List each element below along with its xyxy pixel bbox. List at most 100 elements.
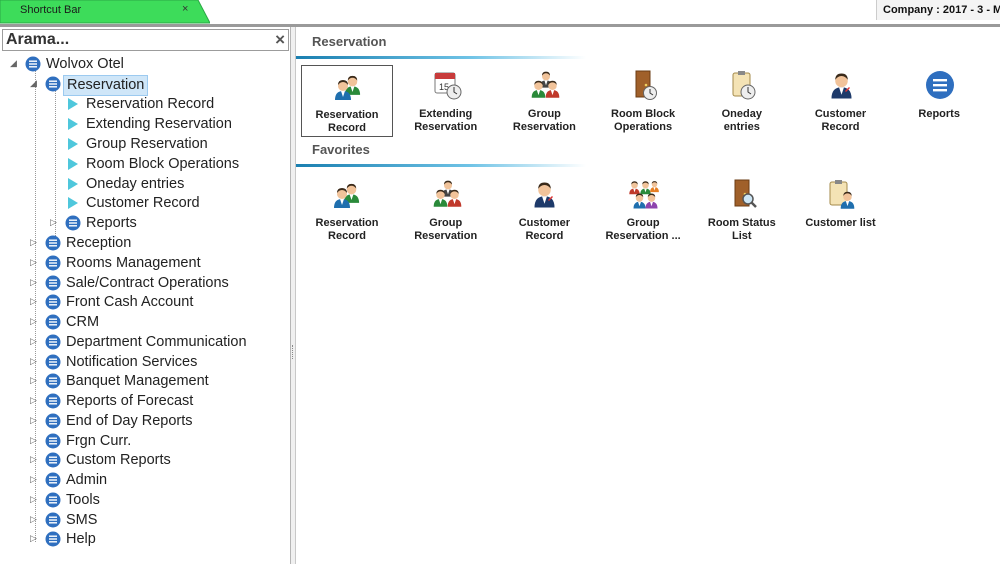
tree-node-label: Room Block Operations (86, 156, 240, 172)
shortcut-label: Group Reservation (414, 217, 478, 242)
tree-node-label: Front Cash Account (66, 294, 194, 311)
shortcut-label: Oneday entries (721, 108, 762, 133)
shortcut-label: Customer Record (518, 217, 571, 242)
tree-node-label: Reports of Forecast (66, 393, 194, 409)
shortcut-customer-record[interactable]: Customer Record (795, 65, 887, 137)
tree-node-label: Admin (66, 472, 108, 488)
expand-arrow-icon[interactable]: ▷ (30, 237, 40, 248)
module-list-icon (45, 275, 61, 290)
calendar-clock-icon: 15 (431, 69, 463, 101)
tab-label: Shortcut Bar (20, 4, 82, 16)
top-bar: Shortcut Bar × Company : 2017 - 3 - M (0, 0, 1000, 27)
module-list-icon (45, 472, 61, 488)
module-list-icon (45, 433, 61, 448)
shortcut-reservation-record[interactable]: Reservation Record (301, 174, 393, 246)
expand-arrow-icon[interactable]: ▷ (30, 454, 40, 465)
group-large-icon (628, 178, 660, 210)
module-list-icon (25, 56, 41, 72)
tree-node-label: Group Reservation (86, 136, 208, 152)
tree-node-label: CRM (66, 314, 100, 330)
expand-arrow-icon[interactable]: ▷ (30, 474, 40, 485)
tab-shortcut-bar[interactable]: Shortcut Bar × (0, 0, 210, 24)
tree-node-label: Banquet Management (66, 373, 209, 390)
collapse-arrow-icon[interactable]: ◢ (30, 78, 40, 89)
shortcut-label: Reservation Record (315, 217, 379, 242)
play-arrow-icon (68, 118, 78, 130)
shortcut-group-reservation[interactable]: Group Reservation (400, 174, 492, 246)
expand-arrow-icon[interactable]: ▷ (30, 395, 40, 406)
module-list-icon (45, 373, 61, 389)
shortcut-customer-record[interactable]: Customer Record (498, 174, 590, 246)
customer-icon (826, 69, 858, 101)
navigation-panel: Arama... × ◢ Wolvox Otel ◢ Reservation R… (0, 27, 291, 564)
search-input[interactable]: Arama... × (2, 29, 289, 51)
expand-arrow-icon[interactable]: ▷ (30, 415, 40, 426)
list-circle-icon (924, 69, 956, 101)
expand-arrow-icon[interactable]: ▷ (30, 435, 40, 446)
expand-arrow-icon[interactable]: ▷ (30, 375, 40, 386)
tree-node-label: Custom Reports (66, 452, 171, 469)
play-arrow-icon (68, 158, 78, 170)
module-list-icon (45, 452, 61, 468)
section-title-favorites: Favorites (312, 142, 370, 157)
module-list-icon (45, 76, 61, 92)
module-list-icon (45, 393, 61, 409)
expand-arrow-icon[interactable]: ▷ (30, 257, 40, 268)
module-list-icon (45, 531, 61, 547)
door-clock-icon (628, 69, 660, 101)
search-placeholder: Arama... (6, 31, 70, 48)
shortcut-label: Room Block Operations (611, 108, 676, 133)
module-list-icon (45, 255, 61, 271)
tree-node-label: Notification Services (66, 353, 198, 370)
shortcut-reports[interactable]: Reports (893, 65, 985, 137)
module-list-icon (45, 334, 61, 350)
shortcut-label: Reservation Record (315, 109, 379, 134)
shortcut-extending-reservation[interactable]: 15 Extending Reservation (400, 65, 492, 137)
group-icon (529, 69, 561, 101)
expand-arrow-icon[interactable]: ▷ (30, 277, 40, 288)
expand-arrow-icon[interactable]: ▷ (30, 356, 40, 367)
shortcut-reservation-record[interactable]: Reservation Record (301, 65, 393, 137)
clear-search-icon[interactable]: × (275, 30, 285, 50)
expand-arrow-icon[interactable]: ▷ (30, 533, 40, 544)
module-list-icon (45, 314, 61, 330)
expand-arrow-icon[interactable]: ▷ (30, 296, 40, 307)
tree-node-label: Rooms Management (66, 254, 201, 271)
collapse-arrow-icon[interactable]: ◢ (10, 58, 20, 69)
shortcut-oneday-entries[interactable]: Oneday entries (696, 65, 788, 137)
tree-node-label: Reservation Record (86, 96, 215, 112)
tree-node-label: Extending Reservation (86, 116, 232, 132)
shortcut-group-reservation[interactable]: Group Reservation (498, 65, 590, 137)
shortcut-label: Reports (918, 108, 960, 120)
tree-node-label: Customer Record (86, 195, 200, 211)
expand-arrow-icon[interactable]: ▷ (50, 217, 60, 228)
expand-arrow-icon[interactable]: ▷ (30, 316, 40, 327)
play-arrow-icon (68, 98, 78, 110)
shortcut-customer-list[interactable]: Customer list (795, 174, 887, 246)
section-divider (296, 56, 586, 59)
expand-arrow-icon[interactable]: ▷ (30, 494, 40, 505)
shortcut-label: Group Reservation (512, 108, 576, 133)
tree-node-label: Frgn Curr. (66, 432, 132, 449)
tree-node-label: Oneday entries (86, 176, 185, 192)
tree-node-label: Sale/Contract Operations (66, 274, 229, 291)
module-list-icon (45, 413, 61, 429)
tree-node-label: SMS (66, 511, 98, 528)
shortcut-label: Customer Record (814, 108, 867, 133)
shortcut-label: Customer list (805, 217, 876, 229)
module-list-icon (65, 215, 81, 231)
expand-arrow-icon[interactable]: ▷ (30, 514, 40, 525)
tree-node-label: Tools (66, 491, 100, 508)
customer-icon (529, 178, 561, 210)
shortcut-room-block-operations[interactable]: Room Block Operations (597, 65, 689, 137)
module-list-icon (45, 294, 61, 310)
shortcut-room-status-list[interactable]: Room Status List (696, 174, 788, 246)
shortcut-group-reservation[interactable]: Group Reservation ... (597, 174, 689, 246)
company-info: Company : 2017 - 3 - M (876, 0, 1000, 20)
play-arrow-icon (68, 197, 78, 209)
shortcut-label: Room Status List (707, 217, 776, 242)
clipboard-clock-icon (727, 69, 759, 101)
expand-arrow-icon[interactable]: ▷ (30, 336, 40, 347)
splitter-grip[interactable] (292, 345, 295, 359)
tab-close-icon[interactable]: × (182, 3, 188, 15)
